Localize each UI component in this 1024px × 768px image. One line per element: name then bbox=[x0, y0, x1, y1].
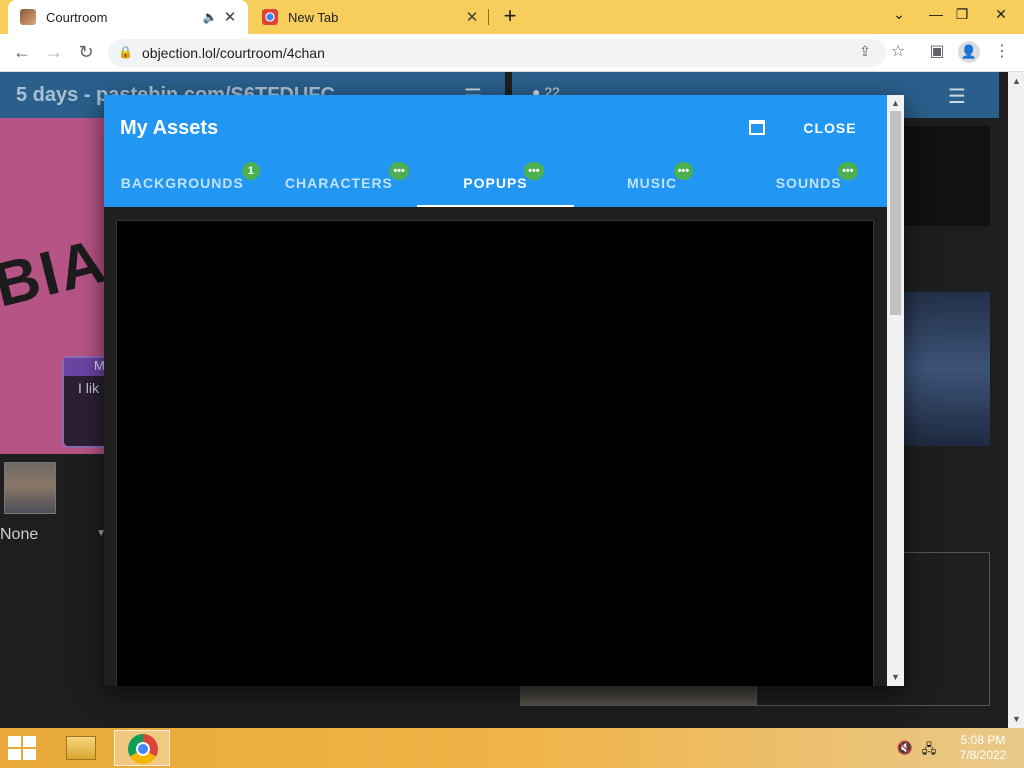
tab-new-tab[interactable]: New Tab ✕ bbox=[250, 0, 490, 34]
volume-muted-icon[interactable]: 🔇 bbox=[896, 740, 914, 756]
scroll-up-icon[interactable]: ▲ bbox=[891, 98, 900, 108]
chrome-favicon bbox=[262, 9, 278, 25]
maximize-icon[interactable] bbox=[749, 120, 765, 135]
courtroom-favicon bbox=[20, 9, 36, 25]
star-icon[interactable]: ☆ bbox=[884, 38, 912, 66]
tab-label: MUSIC ••• bbox=[627, 162, 694, 191]
scroll-up-icon[interactable]: ▲ bbox=[1012, 76, 1021, 86]
audio-icon[interactable]: 🔈 bbox=[200, 10, 220, 24]
plus-icon[interactable]: + bbox=[498, 4, 522, 28]
restore-icon[interactable]: ❐ bbox=[946, 0, 978, 30]
asset-tabs: BACKGROUNDS 1 CHARACTERS ••• POPUPS ••• MUS… bbox=[104, 159, 887, 207]
address-bar[interactable]: 🔒 objection.lol/courtroom/4chan ⇪ bbox=[108, 39, 886, 67]
background-preview[interactable] bbox=[902, 292, 990, 446]
reload-icon[interactable]: ↻ bbox=[72, 38, 100, 66]
scrollbar-thumb[interactable] bbox=[890, 111, 901, 315]
browser-titlebar: Courtroom 🔈 ✕ New Tab ✕ + ⌄ — ❐ ✕ bbox=[0, 0, 1024, 34]
loading-badge: ••• bbox=[389, 162, 409, 180]
close-icon[interactable]: ✕ bbox=[462, 8, 482, 26]
tab-label-text: BACKGROUNDS bbox=[120, 175, 244, 191]
character-select-value: None bbox=[0, 526, 39, 543]
taskbar-file-explorer[interactable] bbox=[52, 730, 108, 766]
lock-icon[interactable]: 🔒 bbox=[118, 45, 133, 61]
dialog-header: My Assets CLOSE BACKGROUNDS 1 CHARACTERS •… bbox=[104, 95, 887, 207]
dialog-scrollbar[interactable]: ▲ ▼ bbox=[887, 95, 904, 686]
tab-sounds[interactable]: SOUNDS ••• bbox=[730, 159, 887, 207]
forward-icon[interactable]: → bbox=[40, 38, 68, 66]
tab-separator bbox=[488, 9, 489, 25]
windows-taskbar: 🔇 🖧 5:08 PM 7/8/2022 bbox=[0, 728, 1024, 768]
my-assets-dialog: My Assets CLOSE BACKGROUNDS 1 CHARACTERS •… bbox=[104, 95, 904, 686]
network-icon[interactable]: 🖧 bbox=[920, 740, 938, 756]
clock-time: 5:08 PM bbox=[960, 733, 1006, 747]
browser-toolbar: ← → ↻ 🔒 objection.lol/courtroom/4chan ⇪ … bbox=[0, 34, 1024, 72]
tab-title: Courtroom bbox=[46, 9, 108, 25]
file-explorer-icon bbox=[66, 736, 96, 760]
chevron-down-icon[interactable]: ⌄ bbox=[883, 0, 915, 30]
system-clock[interactable]: 5:08 PM 7/8/2022 bbox=[948, 733, 1018, 763]
loading-badge: ••• bbox=[838, 162, 858, 180]
close-icon[interactable]: ✕ bbox=[985, 0, 1017, 30]
chrome-icon bbox=[128, 734, 158, 764]
scroll-down-icon[interactable]: ▼ bbox=[1012, 714, 1021, 724]
close-icon[interactable]: ✕ bbox=[220, 8, 240, 26]
close-button[interactable]: CLOSE bbox=[794, 117, 866, 139]
tab-label: SOUNDS ••• bbox=[775, 162, 858, 191]
tab-label-text: MUSIC bbox=[627, 175, 678, 191]
character-select[interactable]: None ▼ bbox=[0, 526, 110, 548]
tab-title: New Tab bbox=[288, 9, 339, 25]
dialog-title: My Assets bbox=[120, 117, 219, 139]
tab-label: CHARACTERS ••• bbox=[284, 162, 409, 191]
stage-text: BIA bbox=[0, 226, 114, 321]
url-text: objection.lol/courtroom/4chan bbox=[142, 45, 325, 61]
tab-label: POPUPS ••• bbox=[463, 162, 544, 191]
page-scrollbar[interactable]: ▲ ▼ bbox=[1008, 72, 1024, 728]
character-avatar[interactable] bbox=[4, 462, 56, 514]
share-icon[interactable]: ⇪ bbox=[854, 43, 876, 63]
loading-badge: ••• bbox=[673, 162, 694, 180]
tab-music[interactable]: MUSIC ••• bbox=[574, 159, 731, 207]
tab-backgrounds[interactable]: BACKGROUNDS 1 bbox=[104, 159, 261, 207]
tab-label-text: POPUPS bbox=[463, 175, 528, 191]
tab-popups[interactable]: POPUPS ••• bbox=[417, 159, 574, 207]
tab-label-text: CHARACTERS bbox=[284, 175, 393, 191]
profile-icon[interactable]: 👤 bbox=[958, 41, 980, 63]
loading-badge: ••• bbox=[524, 162, 544, 180]
count-badge: 1 bbox=[241, 162, 260, 180]
kebab-menu-icon[interactable]: ⋮ bbox=[988, 38, 1016, 66]
clock-date: 7/8/2022 bbox=[959, 748, 1007, 762]
hamburger-icon[interactable]: ☰ bbox=[948, 84, 966, 109]
popups-content-area bbox=[116, 220, 874, 686]
windows-start-icon[interactable] bbox=[8, 736, 38, 760]
taskbar-chrome[interactable] bbox=[114, 730, 170, 766]
tab-label: BACKGROUNDS 1 bbox=[120, 162, 260, 191]
side-panel-icon[interactable]: ▣ bbox=[923, 38, 951, 66]
tab-courtroom[interactable]: Courtroom 🔈 ✕ bbox=[8, 0, 248, 34]
tab-label-text: SOUNDS bbox=[775, 175, 842, 191]
scroll-down-icon[interactable]: ▼ bbox=[891, 672, 900, 682]
tab-characters[interactable]: CHARACTERS ••• bbox=[261, 159, 418, 207]
back-icon[interactable]: ← bbox=[8, 38, 36, 66]
